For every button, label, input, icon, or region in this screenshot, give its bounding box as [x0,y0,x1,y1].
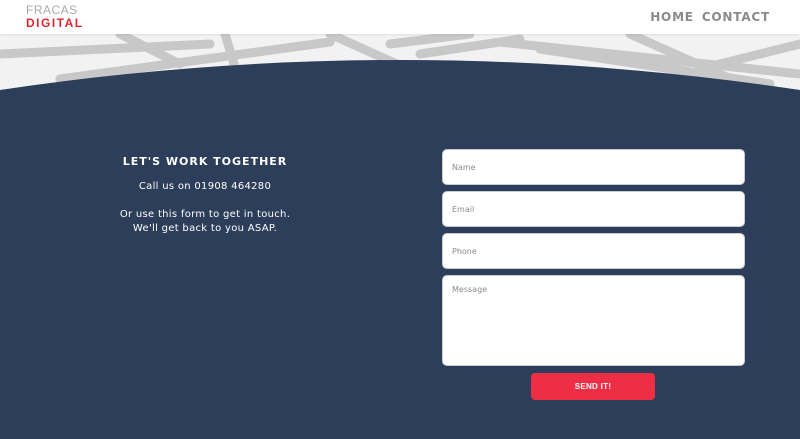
send-button[interactable]: SEND IT! [531,373,655,400]
nav-link-home[interactable]: HOME [650,10,694,24]
name-field[interactable] [442,149,745,185]
email-field[interactable] [442,191,745,227]
phone-field[interactable] [442,233,745,269]
form-instruction-line1: Or use this form to get in touch. [119,209,291,220]
form-instruction-line2: We'll get back to you ASAP. [132,223,278,234]
contact-intro: LET'S WORK TOGETHER Call us on 01908 464… [80,155,330,236]
site-header: FRACAS DIGITAL HOME CONTACT [0,0,800,34]
section-heading: LET'S WORK TOGETHER [122,155,288,168]
header-background-pattern [0,34,800,94]
logo[interactable]: FRACAS DIGITAL [26,4,84,29]
nav-link-contact[interactable]: CONTACT [702,10,770,24]
contact-form: SEND IT! [442,149,745,400]
message-field[interactable] [442,275,745,366]
logo-line1: FRACAS [26,3,78,17]
main-nav: HOME CONTACT [650,10,770,24]
phone-text: Call us on 01908 464280 [138,181,272,192]
logo-line2: DIGITAL [26,16,84,30]
